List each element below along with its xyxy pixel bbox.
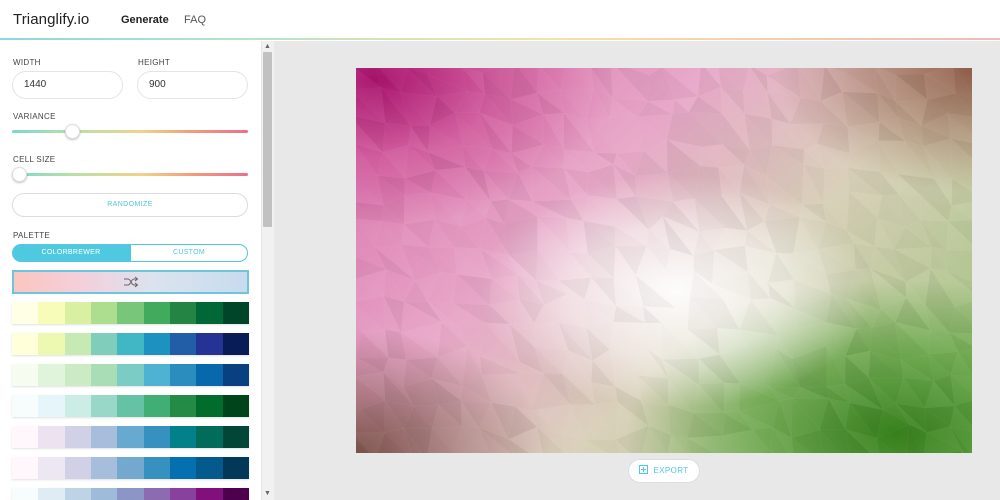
palette-color-swatch	[169, 364, 197, 386]
palette-color-swatch	[196, 488, 223, 500]
palette-color-swatch	[12, 488, 39, 500]
scroll-down-icon[interactable]: ▼	[262, 489, 273, 499]
palette-color-swatch	[143, 333, 170, 355]
cell-size-slider-handle[interactable]	[12, 167, 27, 182]
top-navigation-bar: Trianglify.io Generate FAQ	[0, 0, 1000, 40]
palette-color-swatch	[38, 364, 65, 386]
palette-color-swatch	[143, 395, 170, 417]
palette-color-swatch	[90, 333, 118, 355]
palette-option[interactable]	[12, 457, 249, 479]
palette-color-swatch	[12, 426, 39, 448]
palette-color-swatch	[90, 488, 118, 500]
palette-color-swatch	[38, 457, 65, 479]
brand-logo[interactable]: Trianglify.io	[13, 11, 89, 28]
palette-color-swatch	[64, 395, 91, 417]
palette-color-swatch	[143, 426, 170, 448]
tab-custom[interactable]: CUSTOM	[130, 244, 248, 262]
palette-color-swatch	[196, 364, 223, 386]
palette-color-swatch	[90, 364, 118, 386]
palette-color-swatch	[12, 333, 39, 355]
palette-color-swatch	[169, 333, 197, 355]
palette-color-swatch	[222, 457, 249, 479]
palette-color-swatch	[196, 457, 223, 479]
scroll-up-icon[interactable]: ▲	[262, 42, 273, 52]
palette-color-swatch	[196, 395, 223, 417]
variance-slider-track[interactable]	[12, 130, 248, 133]
palette-color-swatch	[143, 302, 170, 324]
palette-color-swatch	[64, 426, 91, 448]
palette-color-swatch	[117, 457, 144, 479]
palette-color-swatch	[169, 302, 197, 324]
palette-option[interactable]	[12, 333, 249, 355]
variance-label: VARIANCE	[13, 112, 56, 121]
palette-color-swatch	[12, 302, 39, 324]
palette-color-swatch	[169, 395, 197, 417]
height-input[interactable]: 900	[137, 71, 248, 99]
palette-option[interactable]	[12, 302, 249, 324]
width-label: WIDTH	[13, 58, 41, 67]
palette-color-swatch	[117, 333, 144, 355]
palette-color-swatch	[169, 457, 197, 479]
palette-color-swatch	[90, 395, 118, 417]
palette-color-swatch	[64, 488, 91, 500]
palette-option[interactable]	[12, 364, 249, 386]
palette-color-swatch	[12, 457, 39, 479]
palette-color-swatch	[64, 333, 91, 355]
palette-color-swatch	[222, 302, 249, 324]
nav-generate[interactable]: Generate	[121, 14, 169, 26]
palette-color-swatch	[222, 364, 249, 386]
palette-color-swatch	[38, 333, 65, 355]
tab-colorbrewer[interactable]: COLORBREWER	[12, 244, 130, 262]
palette-color-swatch	[117, 488, 144, 500]
palette-color-swatch	[38, 426, 65, 448]
palette-color-swatch	[222, 395, 249, 417]
palette-color-swatch	[117, 364, 144, 386]
export-button[interactable]: EXPORT	[628, 459, 700, 483]
palette-option[interactable]	[12, 426, 249, 448]
palette-color-swatch	[90, 457, 118, 479]
palette-color-swatch	[90, 302, 118, 324]
trianglify-preview-image	[356, 68, 972, 453]
header-gradient-divider	[0, 38, 1000, 40]
palette-color-swatch	[64, 457, 91, 479]
palette-color-swatch	[196, 333, 223, 355]
palette-color-swatch	[38, 395, 65, 417]
palette-color-swatch	[196, 302, 223, 324]
palette-color-swatch	[222, 333, 249, 355]
palette-color-swatch	[143, 457, 170, 479]
triangle-mesh-overlay	[356, 68, 972, 453]
randomize-button[interactable]: RANDOMIZE	[12, 193, 248, 217]
palette-label: PALETTE	[13, 231, 51, 240]
shuffle-icon[interactable]	[123, 276, 139, 288]
height-label: HEIGHT	[138, 58, 171, 67]
palette-color-swatch	[196, 426, 223, 448]
palette-color-swatch	[169, 488, 197, 500]
palette-option[interactable]	[12, 488, 249, 500]
palette-color-swatch	[143, 364, 170, 386]
palette-color-swatch	[222, 488, 249, 500]
palette-color-swatch	[117, 302, 144, 324]
palette-color-swatch	[117, 426, 144, 448]
palette-color-swatch	[143, 488, 170, 500]
palette-color-swatch	[222, 426, 249, 448]
export-label: EXPORT	[653, 466, 689, 475]
palette-color-swatch	[12, 395, 39, 417]
palette-color-swatch	[64, 302, 91, 324]
export-icon	[639, 465, 649, 474]
cell-size-label: CELL SIZE	[13, 155, 56, 164]
sidebar-scrollbar-thumb[interactable]	[263, 52, 272, 227]
palette-color-swatch	[169, 426, 197, 448]
palette-color-swatch	[38, 488, 65, 500]
palette-color-swatch	[12, 364, 39, 386]
palette-option[interactable]	[12, 395, 249, 417]
cell-size-slider-track[interactable]	[12, 173, 248, 176]
palette-color-swatch	[117, 395, 144, 417]
variance-slider-handle[interactable]	[64, 124, 80, 139]
palette-color-swatch	[38, 302, 65, 324]
width-input[interactable]: 1440	[12, 71, 123, 99]
palette-color-swatch	[90, 426, 118, 448]
nav-faq[interactable]: FAQ	[184, 14, 206, 26]
palette-color-swatch	[64, 364, 91, 386]
